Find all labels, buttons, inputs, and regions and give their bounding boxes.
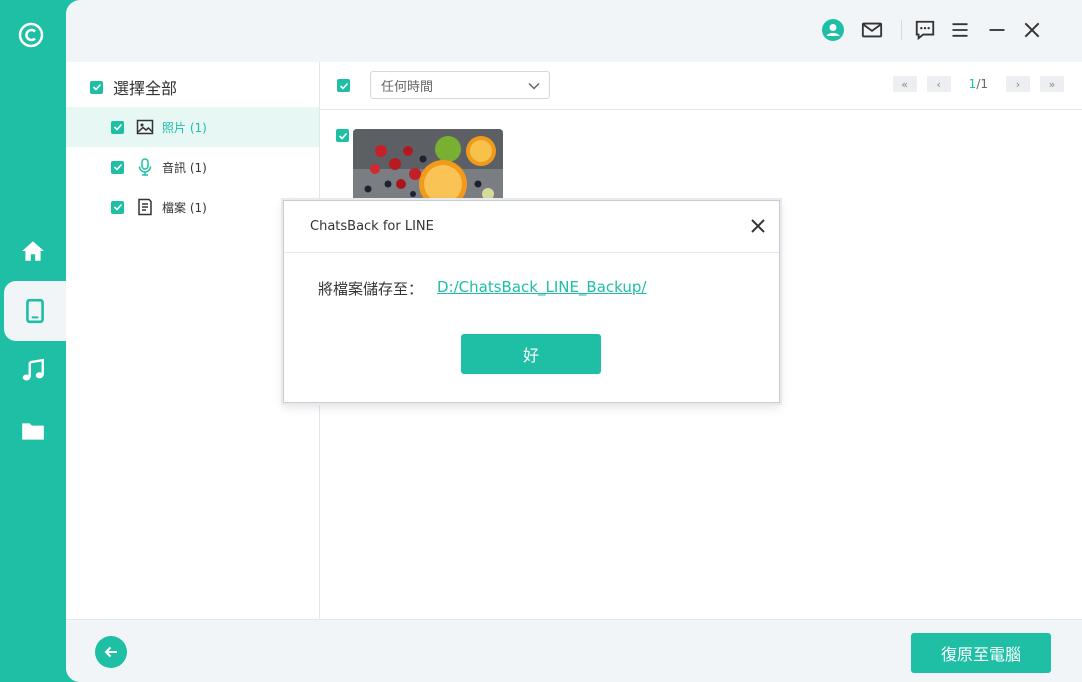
logo-icon: [18, 22, 44, 48]
time-filter-select[interactable]: 任何時間: [370, 71, 550, 99]
category-panel: 選擇全部 照片 (1) 音訊 (1) 檔案 (1): [66, 62, 320, 619]
account-button[interactable]: [819, 16, 847, 44]
feedback-button[interactable]: [911, 16, 939, 44]
feedback-icon: [915, 20, 935, 41]
mail-button[interactable]: [858, 16, 886, 44]
home-icon: [22, 241, 44, 261]
close-icon[interactable]: [749, 217, 767, 235]
left-rail: [0, 0, 66, 682]
document-icon: [136, 198, 154, 216]
titlebar-divider: [901, 20, 902, 40]
page-indicator: 1/1: [961, 77, 996, 91]
category-photos[interactable]: 照片 (1): [66, 107, 319, 147]
account-icon: [822, 19, 844, 41]
photo-thumbnail[interactable]: [353, 129, 503, 207]
category-files[interactable]: 檔案 (1): [66, 187, 319, 227]
photos-checkbox[interactable]: [111, 120, 124, 134]
dialog-header: ChatsBack for LINE: [284, 201, 779, 253]
total-pages: 1: [980, 77, 988, 91]
restore-to-computer-button[interactable]: 復原至電腦: [911, 633, 1051, 673]
category-audio[interactable]: 音訊 (1): [66, 147, 319, 187]
content-toolbar: 任何時間 « ‹ 1/1 › »: [320, 62, 1082, 110]
save-location-dialog: ChatsBack for LINE 將檔案儲存至： D:/ChatsBack_…: [283, 200, 780, 403]
rail-folder[interactable]: [0, 401, 66, 461]
back-button[interactable]: [95, 636, 127, 668]
files-checkbox[interactable]: [111, 200, 124, 214]
category-label: 檔案 (1): [162, 200, 207, 215]
folder-icon: [22, 423, 44, 440]
dialog-title: ChatsBack for LINE: [310, 219, 434, 234]
select-all[interactable]: 選擇全部: [90, 74, 177, 100]
rail-home[interactable]: [0, 221, 66, 281]
image-icon: [136, 118, 154, 136]
category-label: 音訊 (1): [162, 160, 207, 175]
microphone-icon: [136, 158, 154, 176]
prev-page-button[interactable]: ‹: [926, 76, 951, 92]
menu-button[interactable]: [946, 16, 974, 44]
dialog-message: 將檔案儲存至： D:/ChatsBack_LINE_Backup/: [318, 278, 646, 299]
bottom-bar: 復原至電腦: [66, 619, 1082, 682]
photo-checkbox[interactable]: [336, 129, 349, 142]
select-all-checkbox[interactable]: [90, 80, 103, 94]
category-label: 照片 (1): [162, 120, 207, 135]
backup-path-link[interactable]: D:/ChatsBack_LINE_Backup/: [437, 278, 646, 299]
minimize-icon: [989, 29, 1005, 31]
close-icon: [1024, 22, 1040, 38]
first-page-button[interactable]: «: [892, 76, 917, 92]
select-all-items-checkbox[interactable]: [337, 79, 350, 92]
mail-icon: [861, 22, 883, 38]
phone-icon: [26, 298, 44, 324]
rail-music[interactable]: [0, 341, 66, 401]
next-page-button[interactable]: ›: [1006, 76, 1030, 92]
pager: « ‹ 1/1 › »: [892, 76, 1064, 92]
chevron-down-icon: [528, 82, 540, 90]
time-filter-value: 任何時間: [381, 79, 434, 95]
rail-device[interactable]: [4, 281, 66, 341]
select-all-label: 選擇全部: [113, 79, 178, 98]
minimize-button[interactable]: [983, 16, 1011, 44]
last-page-button[interactable]: »: [1040, 76, 1064, 92]
audio-checkbox[interactable]: [111, 160, 124, 174]
music-icon: [22, 358, 44, 381]
arrow-left-icon: [104, 646, 117, 658]
close-button[interactable]: [1018, 16, 1046, 44]
menu-icon: [952, 23, 968, 37]
dialog-message-text: 將檔案儲存至：: [318, 280, 424, 298]
ok-button[interactable]: 好: [461, 334, 601, 374]
titlebar: [66, 0, 1082, 62]
